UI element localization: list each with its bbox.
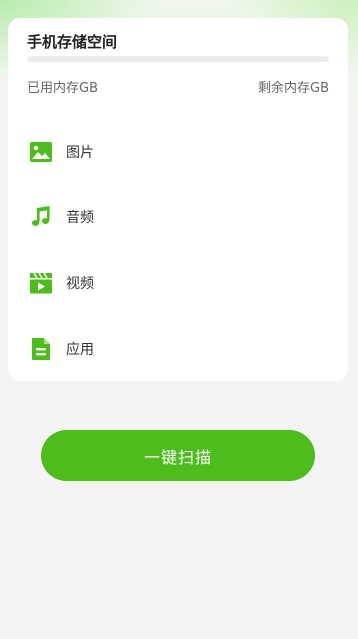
app-file-icon: [28, 336, 54, 362]
category-label: 图片: [66, 145, 94, 161]
remaining-memory-label: 剩余内存GB: [258, 81, 329, 96]
category-item-audio[interactable]: 音频: [28, 202, 328, 232]
category-item-images[interactable]: 图片: [28, 137, 328, 167]
video-icon: [28, 270, 54, 296]
category-item-apps[interactable]: 应用: [28, 334, 328, 364]
one-click-scan-button[interactable]: 一键扫描: [41, 430, 315, 481]
storage-card: 手机存储空间 已用内存GB 剩余内存GB 图片 音频 视频 应用: [8, 18, 348, 381]
category-label: 音频: [66, 210, 94, 226]
category-label: 应用: [66, 342, 94, 358]
storage-progress-bar: [27, 56, 329, 62]
category-item-video[interactable]: 视频: [28, 268, 328, 298]
storage-title: 手机存储空间: [27, 33, 118, 51]
category-label: 视频: [66, 276, 94, 292]
image-icon: [28, 139, 54, 165]
used-memory-label: 已用内存GB: [27, 81, 98, 96]
music-note-icon: [28, 204, 54, 230]
